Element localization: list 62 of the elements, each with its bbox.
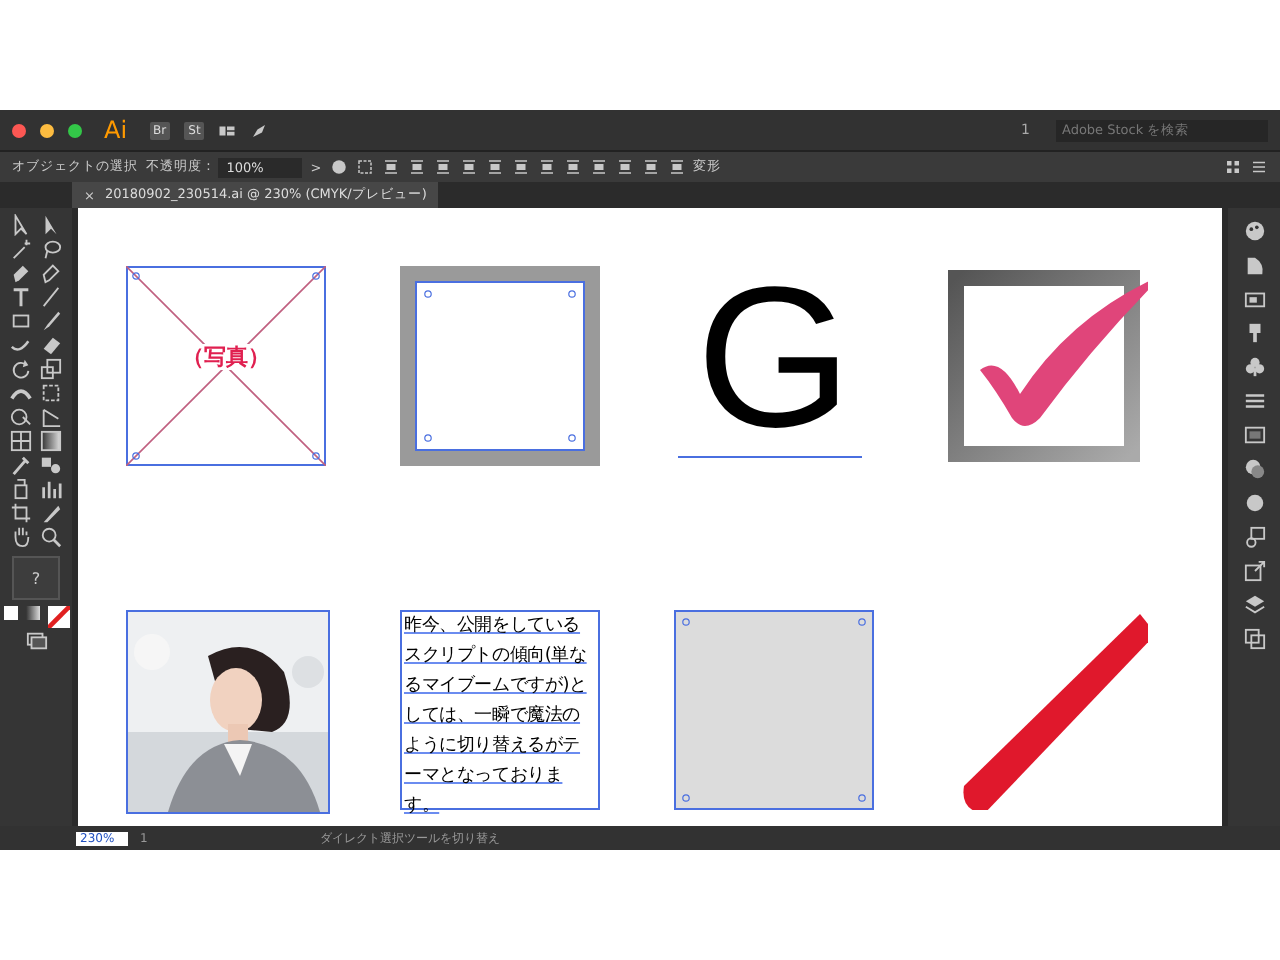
align-icon[interactable] [485,158,504,176]
squares-icon[interactable] [1243,628,1265,650]
letter-text: G [694,266,854,450]
align-icon[interactable] [537,158,556,176]
app-logo: Ai [102,116,130,144]
none-swatch[interactable] [47,606,69,628]
brush-icon[interactable] [40,310,62,332]
layers-icon[interactable] [1243,594,1265,616]
search-icon[interactable] [40,526,62,548]
arrow-icon[interactable] [10,214,32,236]
circles-icon[interactable] [1243,458,1265,480]
pen-icon[interactable] [40,262,62,284]
link-icon[interactable] [1243,526,1265,548]
wand-icon[interactable] [10,238,32,260]
zoom-button[interactable] [68,123,82,137]
blend-icon[interactable] [40,454,62,476]
lines-icon[interactable] [1243,390,1265,412]
lasso-icon[interactable] [40,238,62,260]
align-icon[interactable] [563,158,582,176]
align-icon[interactable] [433,158,452,176]
align-icon[interactable] [459,158,478,176]
club-icon[interactable] [1243,356,1265,378]
shape-builder-icon[interactable] [10,406,32,428]
align-icon[interactable] [381,158,400,176]
rectangle-icon[interactable] [10,310,32,332]
export-icon[interactable] [1243,560,1265,582]
color-swatch[interactable] [3,606,17,620]
mesh-icon[interactable] [10,430,32,452]
menu-icon[interactable] [1250,158,1268,176]
eyedropper-icon[interactable] [10,454,32,476]
hand-icon[interactable] [10,526,32,548]
gradient-icon[interactable] [40,430,62,452]
pen-icon[interactable] [10,262,32,284]
artboard-icon[interactable] [10,502,32,524]
screen-mode-icon[interactable] [25,630,47,652]
align-icon[interactable] [615,158,634,176]
sprayer-icon[interactable] [10,478,32,500]
scale-icon[interactable] [40,358,62,380]
knife-icon[interactable] [40,502,62,524]
grid-icon[interactable] [1224,158,1242,176]
line-icon[interactable] [40,286,62,308]
rectangle-icon[interactable] [1243,424,1265,446]
close-button[interactable] [12,123,26,137]
align-icon[interactable] [641,158,660,176]
align-icon[interactable] [511,158,530,176]
image-icon[interactable] [1243,288,1265,310]
marquee-icon[interactable] [355,158,374,176]
layout-icon[interactable] [218,121,237,139]
gradient-swatch[interactable] [25,606,39,620]
gradient-icon[interactable] [1243,254,1265,276]
graph-icon[interactable] [40,478,62,500]
perspective-icon[interactable] [40,406,62,428]
align-icon[interactable] [589,158,608,176]
fill-swatch[interactable]: ? [12,556,60,600]
eraser-icon[interactable] [40,334,62,356]
type-icon[interactable] [10,286,32,308]
align-icon[interactable] [407,158,426,176]
minimize-button[interactable] [40,123,54,137]
palette-icon[interactable] [1243,220,1265,242]
rotate-icon[interactable] [10,358,32,380]
transform-icon[interactable] [40,382,62,404]
align-icon[interactable] [667,158,686,176]
